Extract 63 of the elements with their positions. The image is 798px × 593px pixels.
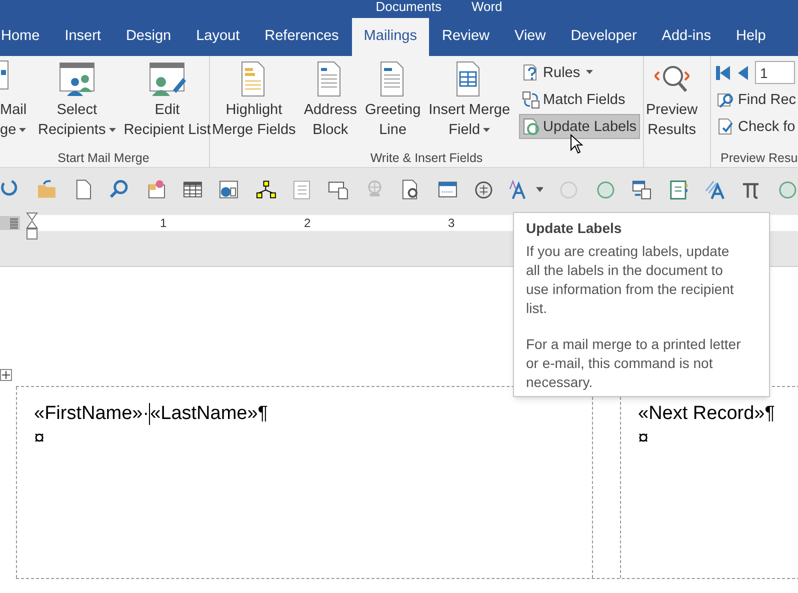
ribbon-button[interactable]: Greeting Line	[363, 60, 423, 140]
ribbon-tab[interactable]: Insert	[52, 18, 113, 56]
ribbon-button[interactable]: Insert Merge Field	[426, 60, 512, 140]
end-of-cell-mark: ¤	[638, 428, 649, 449]
ribbon-button[interactable]: Check fo	[715, 115, 798, 138]
calendar-person-pencil-icon	[147, 60, 188, 98]
ribbon-button[interactable]: Mail ge	[0, 60, 32, 140]
ribbon-button[interactable]: Address Block	[302, 60, 360, 140]
ruler-number: 1	[160, 215, 167, 231]
swap-arrows-icon	[522, 90, 540, 108]
info-document-icon[interactable]	[218, 178, 240, 200]
first-record-icon	[715, 64, 731, 80]
ribbon-button[interactable]: Preview Results	[644, 60, 700, 140]
ruler-number: 2	[304, 215, 311, 231]
ribbon-button[interactable]: Find Rec	[715, 88, 798, 111]
merge-field: «FirstName»·	[34, 401, 150, 426]
ribbon-tab[interactable]: Layout	[184, 18, 252, 56]
ribbon-tab[interactable]: Developer	[558, 18, 649, 56]
folder-icon[interactable]	[36, 178, 58, 200]
ribbon-button[interactable]: Highlight Merge Fields	[210, 60, 298, 140]
calendar-arrow-icon[interactable]	[631, 178, 653, 200]
mouse-pointer-icon	[570, 134, 583, 154]
stylized-letter-icon[interactable]	[704, 178, 726, 200]
app-name: Word	[471, 0, 502, 16]
circled-character-icon[interactable]	[472, 178, 494, 200]
checkmark-document-icon	[717, 118, 735, 136]
ribbon-tab[interactable]: References	[252, 18, 351, 56]
ribbon-button[interactable]: Match Fields	[520, 88, 639, 111]
ribbon-tab[interactable]: Add-ins	[650, 18, 723, 56]
ribbon-tab[interactable]: Design	[114, 18, 184, 56]
ruler-number: 3	[448, 215, 455, 231]
window-title: Documents	[374, 0, 442, 16]
tooltip-text: If you are creating labels, update all the labels in the document to use information from the recipient list.	[526, 242, 735, 318]
network-diagram-icon[interactable]	[254, 178, 276, 200]
ribbon-tab[interactable]: Review	[430, 18, 502, 56]
caret-icon	[536, 186, 544, 192]
ribbon-tab[interactable]: Help	[724, 18, 778, 56]
ribbon-button[interactable]: Rules	[520, 61, 639, 84]
ribbon-button[interactable]: Update Labels	[520, 115, 639, 138]
tooltip-title: Update Labels	[526, 219, 623, 238]
end-of-cell-mark: ¤	[34, 428, 45, 449]
refresh-document-icon	[522, 118, 540, 136]
ribbon-button[interactable]: Select Recipients	[36, 60, 118, 140]
notebook-icon[interactable]	[668, 178, 689, 200]
ribbon-tab[interactable]: Home	[0, 18, 52, 56]
mail-document-icon[interactable]	[327, 178, 349, 200]
group-label: Preview Resul	[720, 151, 798, 165]
merge-field: «Next Record»¶	[638, 401, 775, 426]
table-icon[interactable]	[182, 178, 204, 200]
group-label: Start Mail Merge	[58, 151, 150, 165]
ribbon-tab[interactable]: View	[502, 18, 558, 56]
merge-field: «LastName»¶	[150, 401, 268, 426]
tagged-document-icon[interactable]	[146, 178, 167, 200]
window-frame-icon[interactable]	[436, 178, 458, 200]
group-label: Write & Insert Fields	[370, 151, 483, 165]
calendar-people-icon	[56, 60, 97, 98]
ribbon-tab[interactable]: Mailings	[352, 18, 429, 56]
ribbon-button[interactable]: Edit Recipient List	[122, 60, 213, 140]
magnifier-document-icon	[717, 90, 735, 108]
search-icon[interactable]	[109, 178, 130, 200]
tooltip-text: For a mail merge to a printed letter or e-mail, this command is not necessary.	[526, 335, 742, 392]
record-number-field[interactable]: 1	[755, 61, 795, 84]
previous-record-icon	[737, 64, 749, 80]
